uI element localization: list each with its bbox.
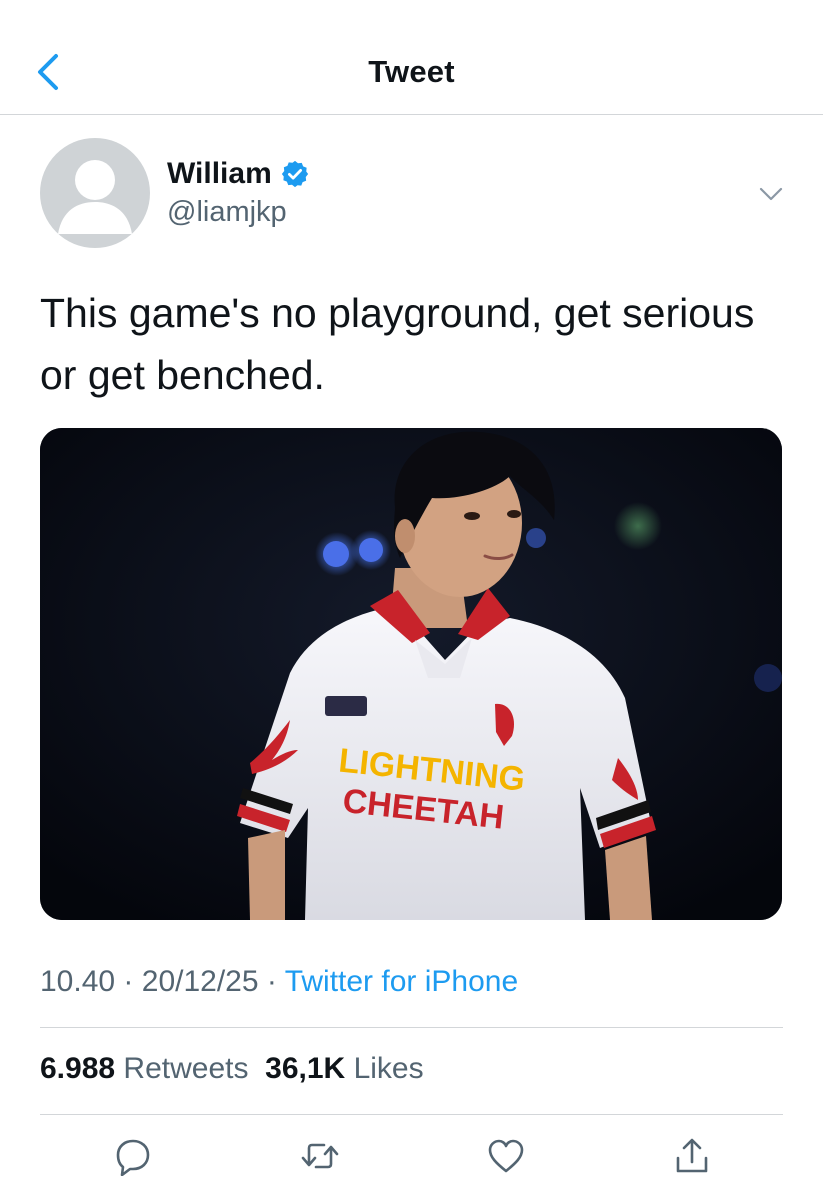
likes-stat[interactable]: 36,1K Likes <box>265 1052 423 1085</box>
nav-bar: Tweet <box>0 0 823 115</box>
like-button[interactable] <box>486 1136 526 1176</box>
reply-button[interactable] <box>113 1136 153 1177</box>
page-title: Tweet <box>368 54 455 89</box>
retweet-button[interactable] <box>300 1136 340 1176</box>
verified-badge-icon <box>281 160 308 188</box>
default-avatar-icon <box>58 160 132 234</box>
tweet-media-photo[interactable]: LIGHTNING CHEETAH <box>40 428 782 920</box>
reply-icon <box>116 1139 150 1177</box>
tweet-meta: 10.40 · 20/12/25 · Twitter for iPhone <box>40 965 518 999</box>
retweets-count: 6.988 <box>40 1052 116 1085</box>
separator: · <box>266 965 277 998</box>
separator: · <box>123 965 134 998</box>
display-name-text: William <box>167 157 272 190</box>
like-icon <box>488 1139 524 1173</box>
likes-label: Likes <box>353 1052 424 1085</box>
divider <box>40 1027 783 1028</box>
author-display-name[interactable]: William <box>167 157 310 191</box>
avatar[interactable] <box>40 138 150 248</box>
tweet-date: 20/12/25 <box>141 965 259 998</box>
photo-player-jersey: LIGHTNING CHEETAH <box>40 428 782 920</box>
retweets-stat[interactable]: 6.988 Retweets <box>40 1052 248 1085</box>
likes-count: 36,1K <box>265 1052 346 1085</box>
share-button[interactable] <box>672 1136 712 1176</box>
retweets-label: Retweets <box>123 1052 249 1085</box>
tweet-text: This game's no playground, get serious o… <box>40 290 755 398</box>
more-options-button[interactable] <box>755 180 787 208</box>
divider <box>40 1114 783 1115</box>
tweet-source-link[interactable]: Twitter for iPhone <box>285 965 518 998</box>
author-handle[interactable]: @liamjkp <box>167 196 287 229</box>
chevron-down-icon <box>759 187 783 201</box>
tweet-time: 10.40 <box>40 965 116 998</box>
tweet-stats: 6.988 Retweets 36,1K Likes <box>40 1052 424 1086</box>
share-icon <box>676 1138 708 1173</box>
retweet-icon <box>301 1143 339 1169</box>
